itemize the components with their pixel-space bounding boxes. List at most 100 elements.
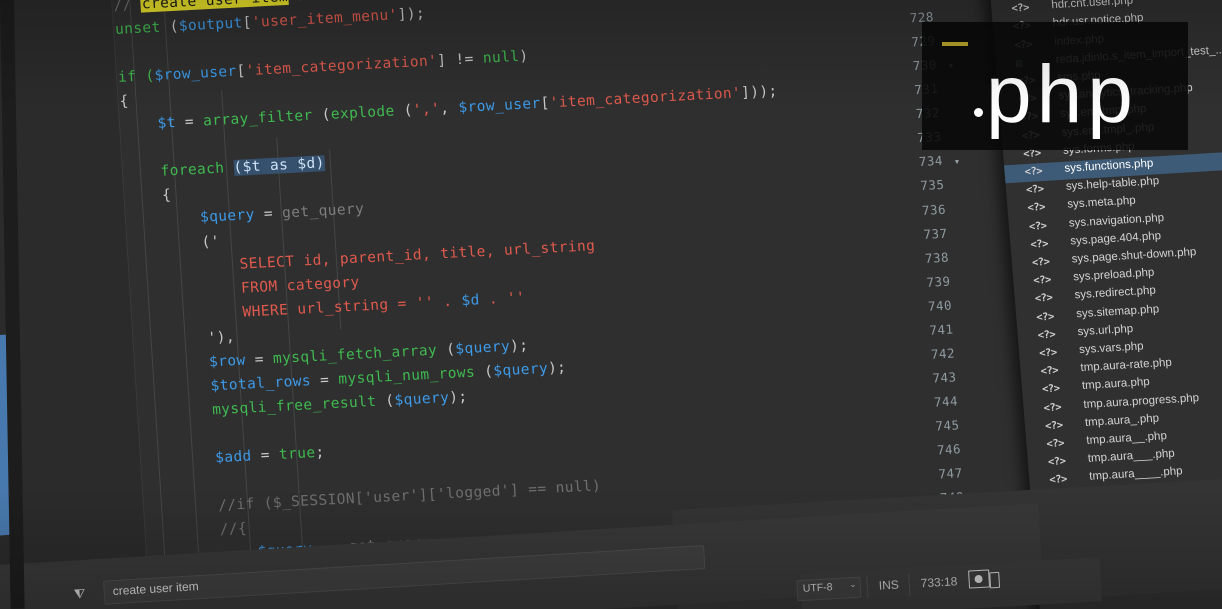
- php-file-icon: <?>: [1028, 219, 1047, 233]
- code-line[interactable]: $query = get_query: [127, 202, 365, 230]
- code-token: //: [113, 0, 142, 15]
- code-token: (: [474, 363, 494, 381]
- filter-icon[interactable]: ⧨: [73, 587, 85, 603]
- code-token: $query: [126, 207, 256, 231]
- php-file-icon: <?>: [1035, 310, 1055, 324]
- code-token: get_query: [281, 201, 365, 222]
- code-token: $output: [178, 15, 244, 35]
- line-number: 735: [919, 177, 945, 194]
- code-token: );: [509, 337, 529, 355]
- php-file-icon: <?>: [1046, 437, 1065, 451]
- file-name: sys.url.php: [1077, 322, 1134, 339]
- search-input-value: create user item: [112, 579, 200, 599]
- code-token: if (: [117, 68, 156, 87]
- code-line[interactable]: $t = array_filter (explode (',', $row_us…: [121, 84, 779, 134]
- php-file-icon: <?>: [1041, 382, 1061, 396]
- file-name: tmp.aura___.php: [1087, 447, 1176, 466]
- line-number: 745: [935, 417, 961, 434]
- code-token: ;: [315, 444, 326, 461]
- multiscreen-preview-icon[interactable]: [968, 569, 1001, 590]
- file-name: tmp.aura_.php: [1084, 412, 1160, 429]
- code-token: (: [312, 107, 332, 124]
- code-token: array_filter: [202, 108, 314, 130]
- line-number: 739: [925, 273, 951, 290]
- code-line[interactable]: if ($row_user['item_categorization'] != …: [118, 49, 529, 86]
- file-name: sys.preload.php: [1072, 266, 1155, 284]
- code-token: true: [278, 445, 317, 463]
- status-divider: [908, 573, 911, 596]
- file-name: sys.functions.php: [1064, 157, 1154, 175]
- code-line[interactable]: //if ($_SESSION['user']['logged'] == nul…: [145, 478, 602, 518]
- file-name: sys.vars.php: [1078, 340, 1145, 357]
- code-token: $t: [120, 115, 177, 135]
- file-name: tmp.aura.php: [1081, 376, 1151, 393]
- file-name: sys.page.404.php: [1069, 229, 1162, 248]
- php-file-icon: <?>: [1030, 237, 1049, 251]
- code-token: $query: [492, 360, 549, 380]
- screen-rect-large: [968, 569, 991, 589]
- code-token: mysqli_fetch_array: [272, 342, 438, 367]
- code-token: 'user_item_menu': [251, 7, 399, 31]
- php-file-icon: <?>: [1031, 255, 1050, 269]
- search-input[interactable]: create user item: [103, 545, 706, 605]
- insert-mode-indicator[interactable]: INS: [878, 578, 899, 593]
- file-name: tmp.aura__.php: [1085, 430, 1168, 447]
- code-token: $row_user: [458, 96, 542, 117]
- code-token: //if ($_SESSION['user']['logged'] == nul…: [144, 478, 602, 519]
- code-token: {: [119, 93, 130, 111]
- code-token: (: [394, 102, 414, 120]
- php-file-icon: <?>: [1025, 183, 1045, 197]
- status-divider: [866, 576, 869, 599]
- line-number: 743: [931, 369, 957, 386]
- code-token: (: [375, 392, 396, 410]
- php-file-icon: <?>: [1011, 1, 1030, 15]
- code-token: ,: [439, 100, 460, 118]
- php-file-icon: <?>: [1040, 364, 1059, 378]
- php-file-icon: <?>: [1043, 400, 1062, 414]
- php-file-icon: <?>: [1032, 273, 1052, 287]
- file-name: sys.redirect.php: [1074, 284, 1157, 302]
- php-file-icon: <?>: [1044, 419, 1064, 433]
- code-token: ',': [412, 101, 441, 119]
- code-token: ): [518, 48, 529, 65]
- file-name: hdr.cnt.user.php: [1050, 0, 1134, 12]
- code-token: (': [128, 233, 221, 255]
- code-token: =: [245, 350, 274, 369]
- code-token: =: [175, 113, 204, 132]
- code-token: mysqli_free_result: [138, 393, 377, 423]
- code-token: $query: [394, 389, 450, 409]
- code-line[interactable]: FROM category: [131, 274, 361, 303]
- line-number: 737: [922, 225, 948, 242]
- code-token: null: [482, 49, 520, 67]
- code-token: ] !=: [436, 50, 484, 70]
- line-number: 740: [927, 297, 953, 314]
- code-token: as: [260, 156, 298, 175]
- code-token: $d: [460, 291, 481, 309]
- code-token: $total_rows: [137, 373, 312, 399]
- file-name: sys.sitemap.php: [1075, 302, 1160, 320]
- code-token: {: [125, 187, 172, 207]
- php-file-icon: <?>: [1047, 455, 1066, 469]
- code-token: $query: [454, 338, 511, 358]
- code-token: ): [315, 155, 326, 172]
- fold-toggle-icon[interactable]: ▾: [955, 157, 960, 166]
- encoding-select[interactable]: UTF-8 ⌄: [796, 576, 862, 602]
- code-token: 'item_categorization': [245, 53, 438, 80]
- line-number: 734: [918, 153, 944, 170]
- php-file-icon: <?>: [1034, 292, 1053, 306]
- code-token: menu: [288, 0, 334, 5]
- code-token: ]);: [397, 5, 426, 24]
- code-line[interactable]: {: [125, 188, 172, 206]
- code-line[interactable]: (': [128, 233, 220, 254]
- php-file-icon: <?>: [1048, 473, 1068, 487]
- line-number-gutter: [0, 0, 157, 609]
- line-number: 747: [938, 465, 964, 482]
- overlay-dash-marker: [942, 42, 968, 46]
- file-name: sys.meta.php: [1066, 195, 1137, 212]
- line-number: 738: [924, 249, 950, 266]
- php-overlay-text: php: [986, 49, 1138, 140]
- cursor-position[interactable]: 733:18: [920, 574, 957, 590]
- chevron-down-icon[interactable]: ⌄: [849, 580, 857, 590]
- code-token: FROM category: [131, 274, 361, 303]
- code-line[interactable]: {: [119, 94, 129, 110]
